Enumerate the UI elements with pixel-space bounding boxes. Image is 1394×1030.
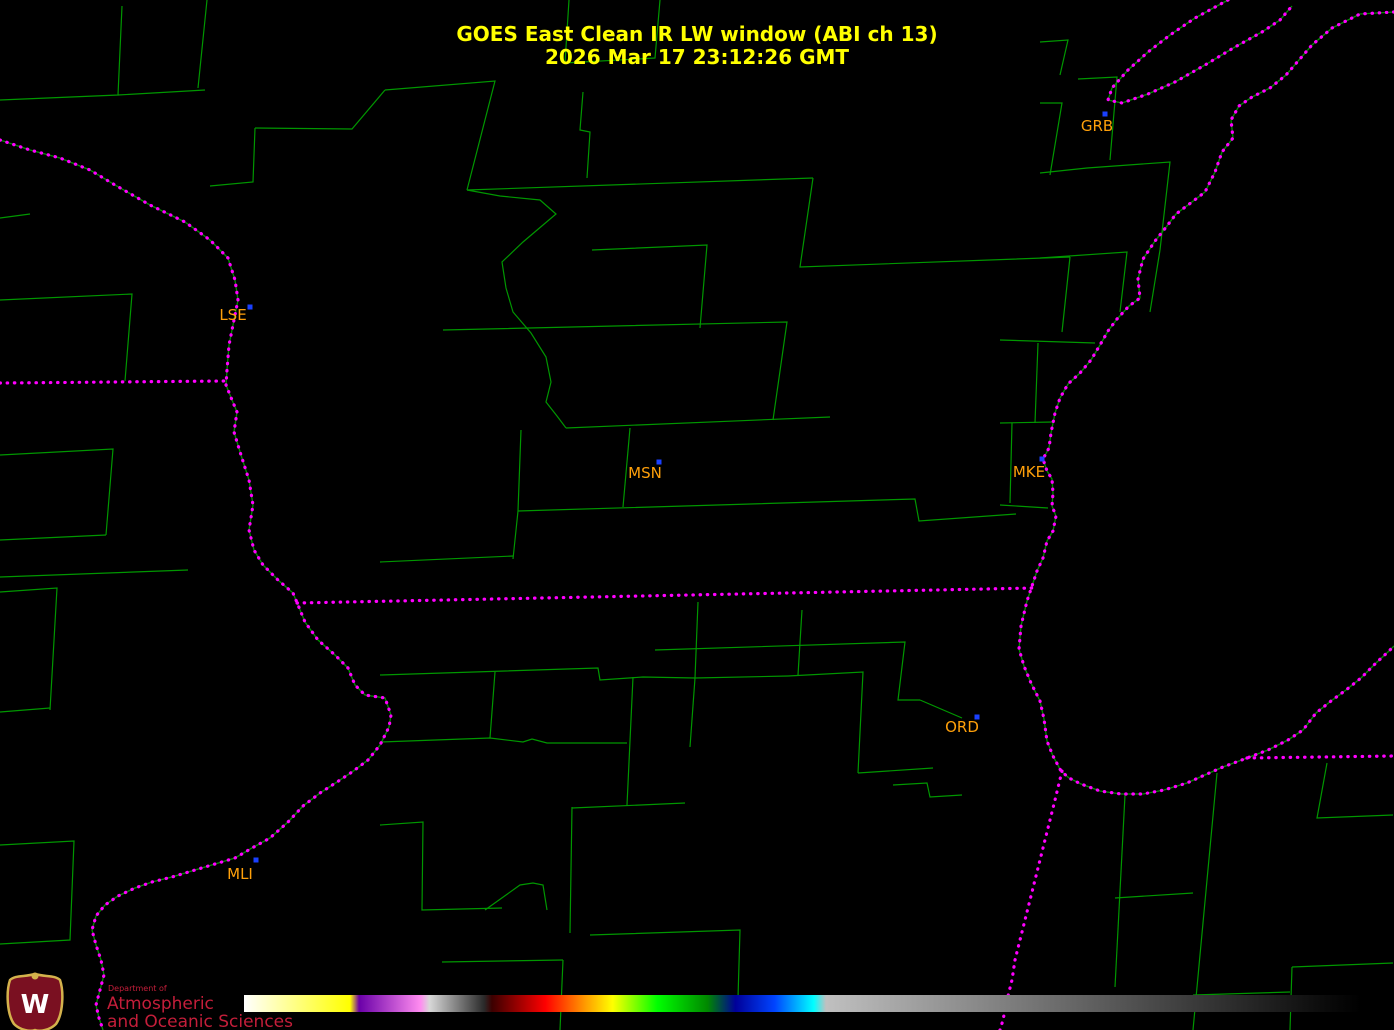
station-dot-mli [253,857,259,863]
station-label-ord: ORD [945,718,979,736]
station-label-mli: MLI [227,865,253,883]
map-background [0,0,1394,1030]
temperature-colorbar [244,995,1361,1012]
logo-line1: Atmospheric [107,994,214,1014]
station-dot-lse [247,304,253,310]
station-label-lse: LSE [219,306,246,324]
image-timestamp: 2026 Mar 17 23:12:26 GMT [545,45,849,69]
station-ord: ORD [945,714,980,736]
image-title: GOES East Clean IR LW window (ABI ch 13) [456,22,937,46]
logo-dept-line: Department of [108,984,167,993]
station-dot-mke [1039,456,1045,462]
uw-monogram: W [21,990,50,1020]
station-label-mke: MKE [1013,463,1045,481]
logo-line2: and Oceanic Sciences [107,1012,293,1030]
station-dot-grb [1102,111,1108,117]
goes-ir-map: GRB LSE MSN MKE ORD MLI GOES East Clean IR LW… [0,0,1394,1030]
uw-crest-crown [31,972,39,980]
station-label-grb: GRB [1081,117,1113,135]
station-label-msn: MSN [628,464,662,482]
satellite-image-viewport: GRB LSE MSN MKE ORD MLI GOES East Clean IR LW… [0,0,1394,1030]
